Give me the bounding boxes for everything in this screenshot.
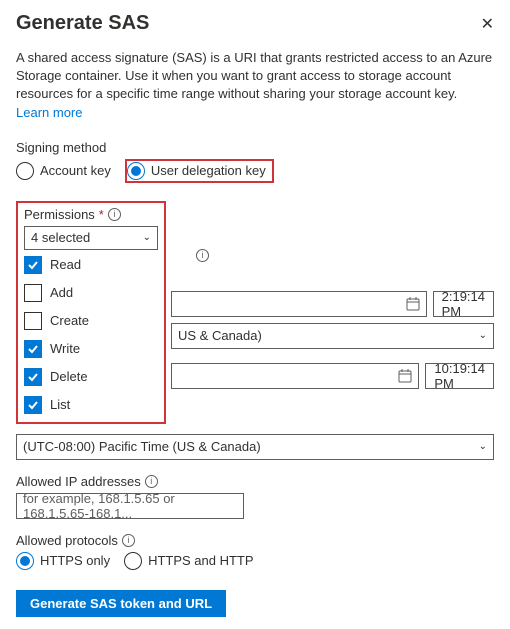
radio-label: HTTPS and HTTP <box>148 553 253 568</box>
radio-user-delegation-key[interactable]: User delegation key <box>127 162 266 180</box>
allowed-ip-label: Allowed IP addresses <box>16 474 141 489</box>
radio-label: Account key <box>40 163 111 178</box>
radio-circle-icon <box>124 552 142 570</box>
close-icon[interactable]: ✕ <box>481 14 494 34</box>
placeholder-text: for example, 168.1.5.65 or 168.1.5.65-16… <box>23 491 237 521</box>
chevron-down-icon: ⌄ <box>479 330 487 341</box>
chevron-down-icon: ⌄ <box>479 441 487 452</box>
generate-button[interactable]: Generate SAS token and URL <box>16 590 226 617</box>
radio-https-and-http[interactable]: HTTPS and HTTP <box>124 552 253 570</box>
expiry-time-input[interactable]: 10:19:14 PM <box>425 363 494 389</box>
calendar-icon <box>398 369 412 383</box>
description-body: A shared access signature (SAS) is a URI… <box>16 50 492 101</box>
checkbox-icon <box>24 396 42 414</box>
radio-label: HTTPS only <box>40 553 110 568</box>
checkbox-icon <box>24 256 42 274</box>
timezone-value: (UTC-08:00) Pacific Time (US & Canada) <box>23 439 261 454</box>
radio-circle-icon <box>16 552 34 570</box>
description-text: A shared access signature (SAS) is a URI… <box>16 49 494 122</box>
radio-account-key[interactable]: Account key <box>16 162 111 180</box>
time-value: 10:19:14 PM <box>434 361 485 391</box>
required-indicator: * <box>99 207 104 222</box>
permissions-dropdown[interactable]: 4 selected ⌄ <box>24 226 158 250</box>
checkbox-icon <box>24 340 42 358</box>
chevron-down-icon: ⌄ <box>143 232 151 243</box>
permissions-options-list: Read Add Create Write Delete List <box>24 254 158 416</box>
allowed-protocols-label: Allowed protocols <box>16 533 118 548</box>
time-value: 2:19:14 PM <box>442 289 485 319</box>
permissions-label: Permissions <box>24 207 95 222</box>
signing-method-label: Signing method <box>16 140 494 155</box>
start-time-input[interactable]: 2:19:14 PM <box>433 291 494 317</box>
checkbox-icon <box>24 284 42 302</box>
calendar-icon <box>406 297 420 311</box>
info-icon[interactable]: i <box>145 475 158 488</box>
dropdown-value: 4 selected <box>31 230 90 245</box>
option-label: Create <box>50 313 89 328</box>
option-read[interactable]: Read <box>24 254 158 276</box>
radio-label: User delegation key <box>151 163 266 178</box>
option-label: List <box>50 397 70 412</box>
allowed-ip-input[interactable]: for example, 168.1.5.65 or 168.1.5.65-16… <box>16 493 244 519</box>
radio-https-only[interactable]: HTTPS only <box>16 552 110 570</box>
expiry-date-input[interactable] <box>171 363 419 389</box>
radio-circle-icon <box>127 162 145 180</box>
learn-more-link[interactable]: Learn more <box>16 105 82 120</box>
option-list[interactable]: List <box>24 394 158 416</box>
info-icon[interactable]: i <box>196 249 209 262</box>
checkbox-icon <box>24 368 42 386</box>
highlight-permissions: Permissions * i 4 selected ⌄ Read Add Cr… <box>16 201 166 424</box>
panel-title: Generate SAS <box>16 12 149 35</box>
option-label: Read <box>50 257 81 272</box>
option-add[interactable]: Add <box>24 282 158 304</box>
start-date-input[interactable] <box>171 291 427 317</box>
option-label: Delete <box>50 369 88 384</box>
info-icon[interactable]: i <box>122 534 135 547</box>
info-icon[interactable]: i <box>108 208 121 221</box>
radio-circle-icon <box>16 162 34 180</box>
start-timezone-select[interactable]: US & Canada) ⌄ <box>171 323 494 349</box>
option-label: Write <box>50 341 80 356</box>
option-delete[interactable]: Delete <box>24 366 158 388</box>
expiry-timezone-select[interactable]: (UTC-08:00) Pacific Time (US & Canada) ⌄ <box>16 434 494 460</box>
checkbox-icon <box>24 312 42 330</box>
option-write[interactable]: Write <box>24 338 158 360</box>
option-create[interactable]: Create <box>24 310 158 332</box>
highlight-user-delegation: User delegation key <box>125 159 274 183</box>
option-label: Add <box>50 285 73 300</box>
timezone-value: US & Canada) <box>178 328 262 343</box>
